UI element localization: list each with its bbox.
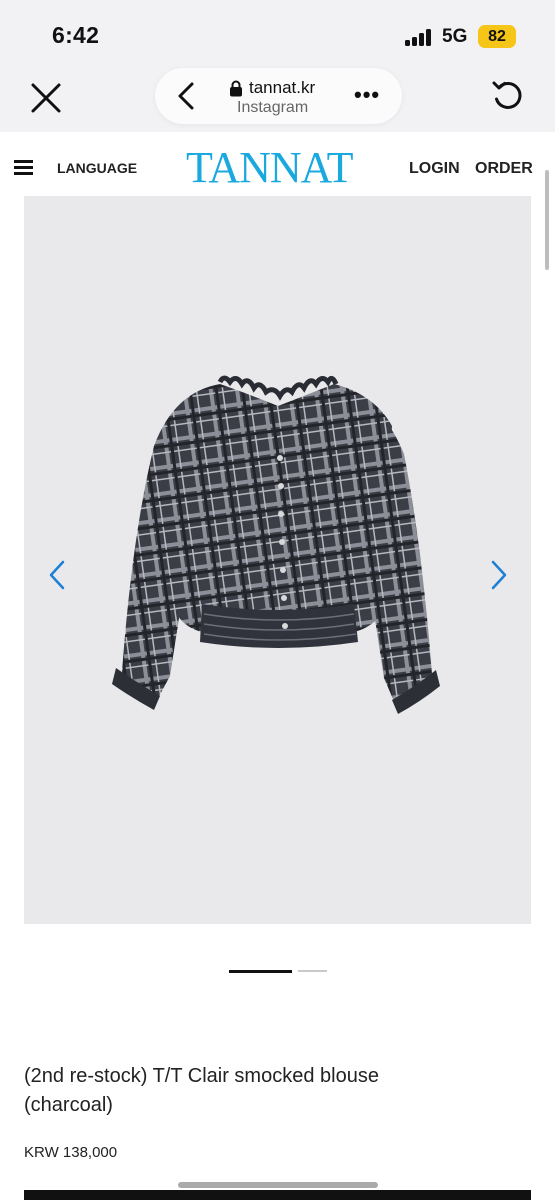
more-icon[interactable]: ••• bbox=[354, 84, 380, 106]
page-scrollbar[interactable] bbox=[545, 170, 549, 270]
reload-icon[interactable] bbox=[490, 78, 526, 114]
carousel-prev-icon[interactable] bbox=[48, 560, 66, 590]
url-pill[interactable]: tannat.kr Instagram ••• bbox=[155, 68, 402, 124]
site-header: LANGUAGE TANNAT LOGIN ORDER bbox=[0, 132, 555, 196]
network-label: 5G bbox=[442, 26, 468, 47]
home-indicator bbox=[178, 1182, 378, 1188]
plaid-blouse-photo bbox=[112, 375, 440, 714]
signal-icon bbox=[405, 29, 433, 46]
close-icon[interactable] bbox=[28, 80, 64, 116]
carousel-next-icon[interactable] bbox=[490, 560, 508, 590]
carousel-page-indicator[interactable] bbox=[298, 970, 327, 972]
language-link[interactable]: LANGUAGE bbox=[57, 160, 137, 176]
url-subtitle: Instagram bbox=[237, 99, 309, 116]
login-link[interactable]: LOGIN bbox=[409, 160, 460, 178]
url-text: tannat.kr bbox=[249, 78, 316, 97]
product-image[interactable] bbox=[24, 196, 531, 924]
order-link[interactable]: ORDER bbox=[475, 160, 533, 178]
status-time: 6:42 bbox=[52, 22, 100, 48]
site-logo[interactable]: TANNAT bbox=[186, 146, 353, 190]
product-title: (2nd re-stock) T/T Clair smocked blouse … bbox=[24, 1065, 379, 1116]
browser-bar: tannat.kr Instagram ••• bbox=[0, 66, 555, 132]
lock-icon bbox=[229, 80, 243, 97]
battery-icon: 82 bbox=[478, 25, 516, 48]
menu-icon[interactable] bbox=[14, 160, 33, 176]
buy-button[interactable] bbox=[24, 1190, 531, 1200]
status-bar: 6:42 5G 82 bbox=[0, 0, 555, 66]
product-price: KRW 138,000 bbox=[24, 1144, 118, 1161]
back-icon[interactable] bbox=[175, 82, 199, 110]
carousel-page-indicator-active[interactable] bbox=[229, 970, 292, 973]
